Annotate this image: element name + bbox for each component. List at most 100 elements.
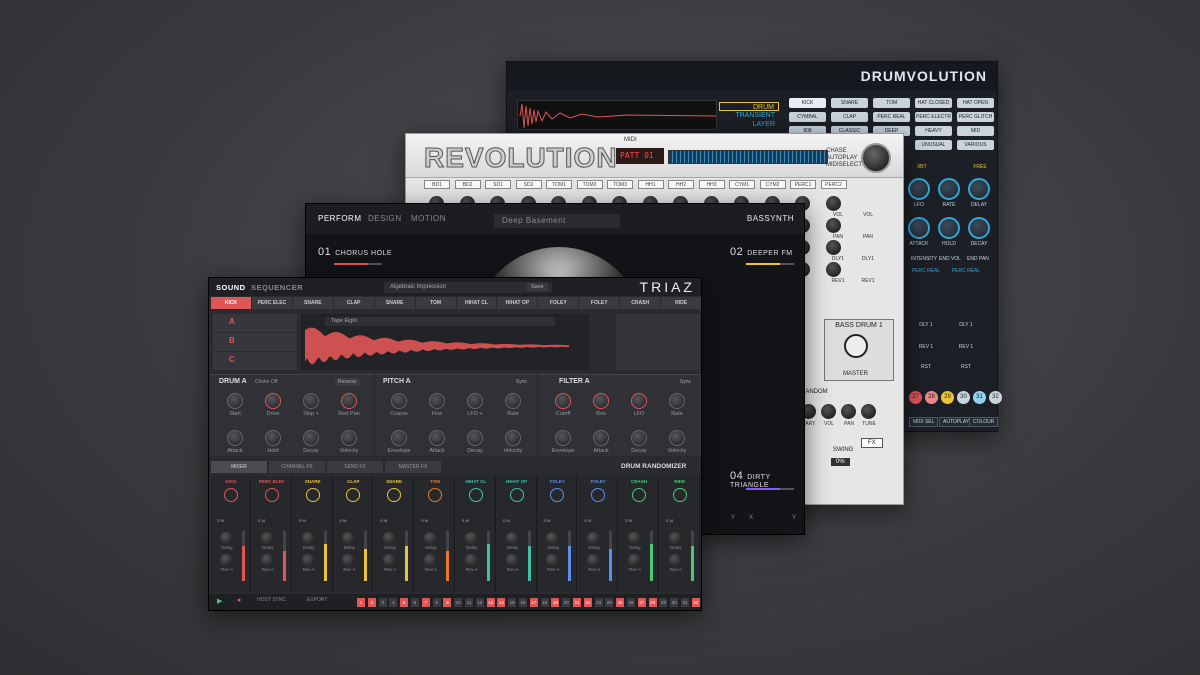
category-button[interactable]: CLAP [831,112,868,122]
volume-fader[interactable] [282,531,286,581]
reset-button[interactable]: RST [911,364,941,370]
lane-c[interactable]: C [213,352,297,370]
slot-02[interactable]: 02 DEEPER FM [730,246,793,258]
pad-number[interactable]: 32 [989,391,1002,404]
channel-button[interactable]: TOM2 [576,180,603,189]
channel-knob[interactable] [825,218,841,233]
volume-fader[interactable] [486,531,490,581]
channel-button[interactable]: BD1 [424,180,450,189]
step-button[interactable]: 18 [540,598,549,607]
tab-master-fx[interactable]: MASTER FX [385,461,441,473]
channel-button[interactable]: PERC2 [820,180,847,189]
solo-mute-buttons[interactable]: S M [380,518,387,523]
random-knob[interactable] [841,404,856,419]
reverse-toggle[interactable]: Reverse [335,378,360,386]
step-button[interactable]: 30 [670,598,679,607]
pattern-display[interactable]: PATT 01 [616,148,664,164]
hold-knob[interactable] [938,217,960,239]
reverb-send-knob[interactable] [342,554,355,566]
export-button[interactable]: EXPORT [307,597,327,603]
host-sync-button[interactable]: HOST SYNC [257,597,286,603]
filter-attack-knob[interactable] [593,430,609,446]
fx-button[interactable]: FX [861,438,883,448]
random-knob[interactable] [821,404,836,419]
sync-toggle[interactable]: Sync [516,379,527,385]
step-button[interactable]: 29 [659,598,668,607]
reverb-send-knob[interactable] [546,554,559,566]
delay-send-knob[interactable] [668,532,681,544]
tab-mixer[interactable]: MIXER [211,461,267,473]
category-button[interactable]: VARIOUS [957,140,994,150]
xy-pad[interactable] [616,314,700,370]
reverb-send-knob[interactable] [668,554,681,566]
drum-start-knob[interactable] [227,393,243,409]
colour-button[interactable]: COLOUR [969,417,999,427]
delay-send-knob[interactable] [260,532,273,544]
delay-send-knob[interactable] [587,532,600,544]
reverb-send-knob[interactable] [220,554,232,566]
step-button[interactable]: 3 [378,598,387,607]
pitch-attack-knob[interactable] [429,430,445,446]
delay-send-knob[interactable] [301,532,314,544]
channel-button[interactable]: TOM1 [546,180,572,189]
filter-res-knob[interactable] [593,393,609,409]
sample-waveform[interactable]: Tape Eight [301,314,589,370]
drum-decay-knob[interactable] [303,430,319,446]
instrument-tab[interactable]: TOM [415,297,456,309]
slot-04-bar[interactable] [746,488,794,490]
reverb-send-knob[interactable] [424,554,436,566]
channel-button[interactable]: PERC1 [790,180,816,189]
drum-velocity-knob[interactable] [341,430,357,446]
reverb-send-knob[interactable] [587,554,600,566]
drum-hold-knob[interactable] [265,430,281,446]
step-button[interactable]: 8 [432,598,441,607]
drum-attack-knob[interactable] [227,430,243,446]
pad-number[interactable]: 27 [909,391,922,404]
tab-perform[interactable]: PERFORM [318,214,362,223]
filter-cutoff-knob[interactable] [555,393,571,409]
solo-mute-buttons[interactable]: S M [503,518,510,523]
step-button[interactable]: 2 [367,598,376,607]
tab-sequencer[interactable]: SEQUENCER [251,283,303,292]
step-button[interactable]: 10 [454,598,463,607]
step-button[interactable]: 19 [551,598,560,607]
reverb-send-knob[interactable] [505,554,518,566]
step-button[interactable]: 15 [508,598,517,607]
delay-send-knob[interactable] [424,532,436,544]
step-button[interactable]: 28 [648,598,657,607]
chase-toggle[interactable]: CHASE [826,148,862,155]
instrument-tab[interactable]: FOLEY [579,297,620,309]
drum-red-pan-knob[interactable] [341,393,357,409]
step-button[interactable]: 1 [357,598,365,607]
volume-fader[interactable] [364,531,368,581]
solo-mute-buttons[interactable]: S M [666,518,673,523]
step-button[interactable]: 23 [594,598,603,607]
filter-lfo-knob[interactable] [631,393,647,409]
pad-number[interactable]: 31 [973,391,986,404]
category-button[interactable]: PERC REAL [873,112,910,122]
tab-design[interactable]: DESIGN [368,214,402,223]
step-button[interactable]: 9 [443,598,452,607]
step-button[interactable]: 6 [411,598,419,607]
mode-layer[interactable]: LAYER [719,120,779,129]
step-button[interactable]: 11 [465,598,473,607]
volume-fader[interactable] [650,531,653,581]
attack-knob[interactable] [908,217,930,239]
step-button[interactable]: 5 [400,598,409,607]
pad-number[interactable]: 29 [941,391,954,404]
bass-drum-knob[interactable] [844,334,868,358]
solo-mute-buttons[interactable]: S M [543,518,550,523]
delay-send-knob[interactable] [546,532,559,544]
category-button[interactable]: SNARE [831,98,868,108]
step-button[interactable]: 25 [616,598,625,607]
filter-velocity-knob[interactable] [669,430,685,446]
play-icon[interactable]: ▶ [217,597,222,605]
instrument-tab[interactable]: CRASH [620,297,661,309]
channel-button[interactable]: CYM1 [729,180,755,189]
slot-04[interactable]: 04 DIRTY TRIANGLE [730,470,804,489]
category-button[interactable]: KICK [789,98,826,108]
delay-send-knob[interactable] [383,532,396,544]
filter-decay-knob[interactable] [631,430,647,446]
step-button[interactable]: 22 [583,598,592,607]
step-button[interactable]: 24 [605,598,614,607]
